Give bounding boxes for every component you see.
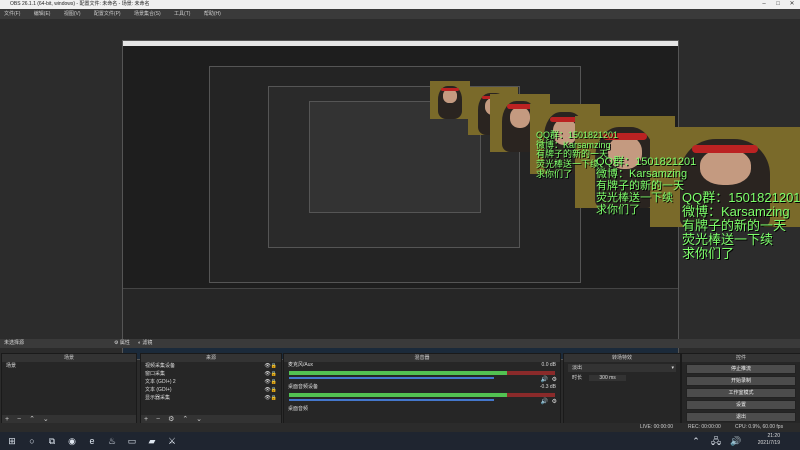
preview-canvas[interactable]: QQ群：1501821201 微博：Karsamzing 有牌子的新的一天 荧光… <box>0 19 800 360</box>
volume-slider[interactable] <box>289 377 495 379</box>
exit-button[interactable]: 退出 <box>686 412 796 422</box>
channel-name: 桌面音频设备 <box>288 384 319 390</box>
menu-edit[interactable]: 编辑(E) <box>34 9 51 19</box>
duration-row: 时长 300 ms <box>568 374 676 382</box>
start-recording-button[interactable]: 开始录制 <box>686 376 796 386</box>
overlay-text-main: QQ群：1501821201 微博：Karsamzing 有牌子的新的一天 荧光… <box>682 190 800 262</box>
taskview-icon[interactable]: ⧉ <box>46 435 58 447</box>
volume-meter <box>289 371 555 375</box>
move-down-icon[interactable]: ⌄ <box>196 416 202 423</box>
channel-db: 0.0 dB <box>541 362 556 368</box>
menu-tools[interactable]: 工具(T) <box>174 9 190 19</box>
clock-date: 2021/7/19 <box>757 440 780 446</box>
menu-view[interactable]: 视图(V) <box>64 9 81 19</box>
meter-fill <box>289 371 518 375</box>
move-down-icon[interactable]: ⌄ <box>43 416 49 423</box>
speaker-icon[interactable]: 🔊 <box>541 398 548 405</box>
filters-button[interactable]: ◐ 滤镜 <box>138 339 152 348</box>
controls-dock: 控件 停止推流 开始录制 工作室模式 设置 退出 <box>681 353 800 425</box>
folder-icon[interactable]: ▰ <box>146 435 158 447</box>
source-item[interactable]: 显示器采集 👁🔒 <box>141 394 281 402</box>
close-button[interactable]: ✕ <box>785 0 799 9</box>
source-settings-icon[interactable]: ⚙ <box>168 416 174 423</box>
move-up-icon[interactable]: ⌃ <box>182 416 188 423</box>
remove-source-icon[interactable]: − <box>156 416 160 423</box>
mixer-channel-desktop: 桌面音频设备 -0.3 dB 🔊 ⚙ <box>284 384 560 405</box>
controls-header: 控件 <box>682 354 800 362</box>
volume-meter <box>289 393 555 397</box>
scene-transitions-dock: 转场特效 淡出 ▾ 时长 300 ms <box>563 353 681 425</box>
source-toolbar: 未选择源 ⚙ 属性 ◐ 滤镜 <box>0 339 800 348</box>
gear-icon[interactable]: ⚙ <box>552 398 557 405</box>
minimize-button[interactable]: – <box>757 0 771 9</box>
edge-icon[interactable]: e <box>86 435 98 447</box>
remove-scene-icon[interactable]: − <box>17 416 21 423</box>
search-icon[interactable]: ○ <box>26 435 38 447</box>
chevron-up-icon[interactable]: ⌃ <box>690 435 702 447</box>
move-up-icon[interactable]: ⌃ <box>29 416 35 423</box>
audio-mixer-dock: 混音器 麦克风/Aux 0.0 dB 🔊 ⚙ 桌面音频设备 -0.3 dB 🔊 … <box>283 353 561 425</box>
cpu-status: CPU: 0.9%, 60.00 fps <box>735 424 784 430</box>
channel-name: 桌面音频 <box>288 406 309 412</box>
menu-file[interactable]: 文件(F) <box>4 9 20 19</box>
settings-button[interactable]: 设置 <box>686 400 796 410</box>
nested-docks <box>123 288 678 345</box>
menu-profile[interactable]: 配置文件(P) <box>94 9 121 19</box>
gear-icon[interactable]: ⚙ <box>552 376 557 383</box>
title-bar: OBS 26.1.1 (64-bit, windows) - 配置文件: 未命名… <box>0 0 800 9</box>
webcam-feed-6 <box>430 81 470 119</box>
nested-title-bar <box>123 41 678 46</box>
windows-start-icon[interactable]: ⊞ <box>6 435 18 447</box>
app-icon[interactable]: ⚔ <box>166 435 178 447</box>
stop-streaming-button[interactable]: 停止推流 <box>686 364 796 374</box>
properties-button[interactable]: ⚙ 属性 <box>114 339 130 348</box>
live-status: LIVE: 00:00:00 <box>640 424 674 430</box>
meter-fill <box>289 393 518 397</box>
source-item[interactable]: 文本 (GDI+) 2 👁🔒 <box>141 378 281 386</box>
channel-db: -0.3 dB <box>539 384 556 390</box>
explorer-icon[interactable]: ▭ <box>126 435 138 447</box>
add-scene-icon[interactable]: + <box>5 416 9 423</box>
mixer-header: 混音器 <box>284 354 560 362</box>
no-source-selected-label: 未选择源 <box>4 340 25 346</box>
add-source-icon[interactable]: + <box>144 416 148 423</box>
scenes-dock: 场景 场景 + − ⌃ ⌄ <box>1 353 137 425</box>
transitions-header: 转场特效 <box>564 354 680 362</box>
volume-icon[interactable]: 🔊 <box>730 435 742 447</box>
transition-select[interactable]: 淡出 ▾ <box>568 364 676 372</box>
steam-icon[interactable]: ♨ <box>106 435 118 447</box>
source-item[interactable]: 窗口采集 👁🔒 <box>141 370 281 378</box>
source-item[interactable]: 视频采集设备 👁🔒 <box>141 362 281 370</box>
maximize-button[interactable]: □ <box>771 0 785 9</box>
volume-slider[interactable] <box>289 399 495 401</box>
source-item[interactable]: 文本 (GDI+) 👁🔒 <box>141 386 281 394</box>
menu-help[interactable]: 帮助(H) <box>204 9 221 19</box>
clock-time: 21:20 <box>767 433 780 439</box>
channel-name: 麦克风/Aux <box>288 362 314 368</box>
studio-mode-button[interactable]: 工作室模式 <box>686 388 796 398</box>
menu-bar: 文件(F) 编辑(E) 视图(V) 配置文件(P) 场景集合(S) 工具(T) … <box>0 9 800 19</box>
menu-scene-collection[interactable]: 场景集合(S) <box>134 9 161 19</box>
duration-label: 时长 <box>572 375 583 381</box>
mixer-channel-desktop-2: 桌面音频 <box>284 406 560 413</box>
duration-input[interactable]: 300 ms <box>589 375 626 381</box>
obs-icon[interactable]: ◉ <box>66 435 78 447</box>
window-title: OBS 26.1.1 (64-bit, windows) - 配置文件: 未命名… <box>10 1 150 7</box>
sources-header: 来源 <box>141 354 281 362</box>
taskbar: ⊞ ○ ⧉ ◉ e ♨ ▭ ▰ ⚔ ⌃ 🖧 🔊 21:20 2021/7/19 <box>0 432 800 450</box>
rec-status: REC: 00:00:00 <box>688 424 721 430</box>
status-bar: LIVE: 00:00:00 REC: 00:00:00 CPU: 0.9%, … <box>0 423 800 432</box>
taskbar-clock[interactable]: 21:20 2021/7/19 <box>758 433 780 447</box>
scene-item[interactable]: 场景 <box>2 362 136 370</box>
chevron-down-icon: ▾ <box>671 365 674 371</box>
mixer-channel-mic: 麦克风/Aux 0.0 dB 🔊 ⚙ <box>284 362 560 383</box>
speaker-icon[interactable]: 🔊 <box>541 376 548 383</box>
scenes-header: 场景 <box>2 354 136 362</box>
network-icon[interactable]: 🖧 <box>710 435 722 447</box>
sources-dock: 来源 视频采集设备 👁🔒 窗口采集 👁🔒 文本 (GDI+) 2 👁🔒 文本 (GDI… <box>140 353 282 425</box>
